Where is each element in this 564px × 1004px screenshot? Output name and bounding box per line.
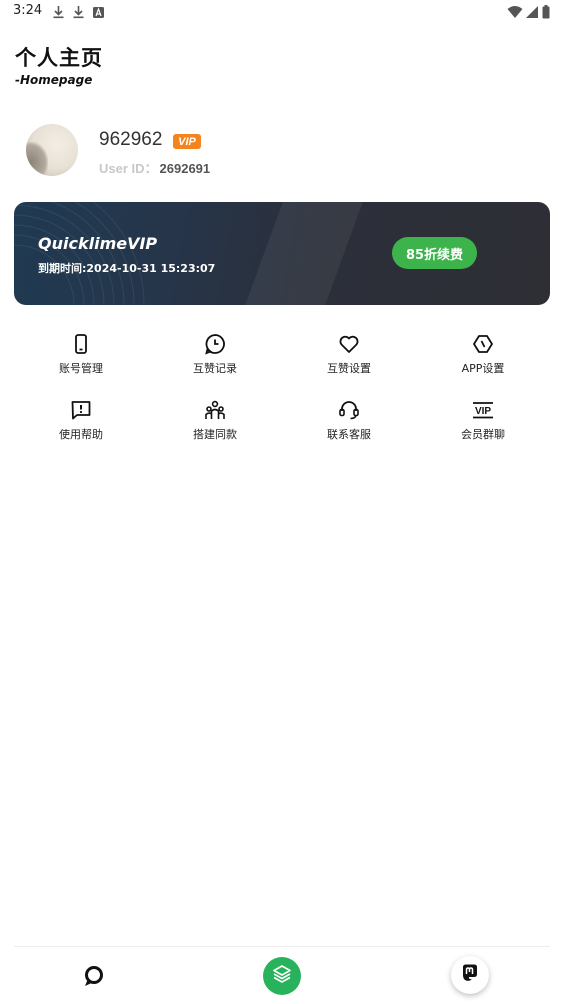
menu-item-label: APP设置 (461, 362, 505, 375)
headset-icon (338, 399, 360, 421)
menu-item-label: 互赞设置 (327, 362, 371, 375)
card-arc-decoration (14, 202, 145, 305)
menu-item-like-settings[interactable]: 互赞设置 (282, 333, 416, 377)
menu-item-label: 账号管理 (59, 362, 103, 375)
signal-icon (526, 4, 539, 23)
nav-chat-button[interactable] (81, 964, 105, 988)
chat-icon (81, 966, 105, 992)
avatar[interactable] (26, 124, 78, 176)
download-icon (52, 4, 65, 19)
menu-item-customer-service[interactable]: 联系客服 (282, 399, 416, 443)
menu-item-like-records[interactable]: 互赞记录 (148, 333, 282, 377)
nav-mastodon-button[interactable] (451, 956, 489, 994)
status-icons-left (52, 4, 105, 19)
page-title: 个人主页 (15, 46, 103, 70)
hexagon-icon (472, 333, 494, 355)
menu-item-label: 搭建同款 (193, 428, 237, 441)
vip-badge: VIP (173, 134, 201, 149)
menu-item-label: 会员群聊 (461, 428, 505, 441)
mastodon-icon (460, 963, 480, 987)
menu-item-label: 联系客服 (327, 428, 371, 441)
vip-card: QuicklimeVIP 到期时间:2024-10-31 15:23:07 85… (14, 202, 550, 305)
notification-a-icon (92, 4, 105, 18)
menu-item-app-settings[interactable]: APP设置 (416, 333, 550, 377)
vip-title: QuicklimeVIP (38, 234, 158, 253)
card-stripe (245, 202, 363, 305)
menu-item-label: 互赞记录 (193, 362, 237, 375)
username: 962962 (99, 129, 163, 150)
nav-layers-button[interactable] (263, 957, 301, 995)
battery-icon (542, 4, 550, 23)
wifi-icon (507, 4, 523, 23)
vip-expiry: 到期时间:2024-10-31 15:23:07 (38, 262, 216, 275)
user-id-label: User ID： (99, 161, 158, 176)
heart-icon (338, 333, 360, 355)
bottom-divider (14, 946, 550, 947)
menu-item-account[interactable]: 账号管理 (14, 333, 148, 377)
help-message-icon (70, 399, 92, 421)
phone-icon (70, 333, 92, 355)
user-id-value: 2692691 (159, 161, 211, 176)
menu-item-help[interactable]: 使用帮助 (14, 399, 148, 443)
download-icon (72, 4, 85, 19)
menu-item-vip-group[interactable]: VIP 会员群聊 (416, 399, 550, 443)
clock-icon (204, 333, 226, 355)
svg-text:VIP: VIP (475, 406, 491, 417)
status-time: 3:24 (13, 3, 43, 18)
page-subtitle: -Homepage (15, 73, 93, 87)
status-icons-right (507, 4, 550, 23)
menu-grid: 账号管理 互赞记录 互赞设置 APP设置 使用帮助 搭建同款 联系客服 VIP … (14, 333, 550, 443)
menu-item-build-same[interactable]: 搭建同款 (148, 399, 282, 443)
group-icon (204, 399, 226, 421)
user-id-row: User ID： 2692691 (99, 158, 210, 177)
vip-icon: VIP (472, 399, 494, 421)
status-bar: 3:24 (0, 0, 564, 24)
layers-icon (272, 964, 292, 988)
renew-button[interactable]: 85折续费 (392, 237, 477, 269)
menu-item-label: 使用帮助 (59, 428, 103, 441)
